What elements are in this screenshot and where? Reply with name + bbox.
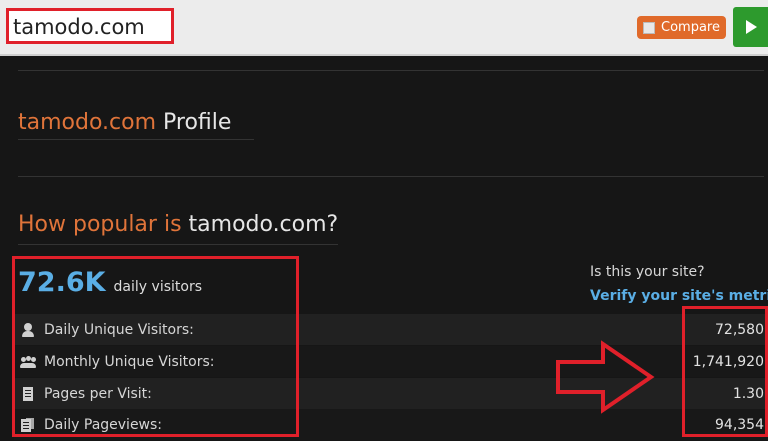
- compare-checkbox[interactable]: [643, 21, 655, 34]
- annotation-box-values: [682, 306, 768, 437]
- divider: [18, 176, 764, 177]
- section-underline: [18, 244, 338, 245]
- compare-button[interactable]: Compare: [637, 16, 726, 39]
- profile-domain: tamodo.com: [18, 110, 157, 135]
- title-underline: [18, 139, 254, 140]
- verify-metrics-link[interactable]: Verify your site's metrics: [590, 288, 768, 304]
- play-icon: [746, 20, 757, 34]
- compare-label: Compare: [661, 20, 720, 35]
- popular-prefix: How popular is: [18, 212, 182, 237]
- page-title: tamodo.com Profile: [18, 110, 231, 135]
- annotation-arrow-icon: [556, 340, 655, 414]
- divider: [18, 70, 764, 71]
- section-title: How popular is tamodo.com?: [18, 212, 338, 237]
- profile-suffix: Profile: [163, 110, 232, 135]
- popular-domain: tamodo.com?: [188, 212, 339, 237]
- annotation-box-metrics: [12, 256, 299, 437]
- domain-search-input[interactable]: tamodo.com: [6, 8, 174, 44]
- claim-question: Is this your site?: [590, 264, 705, 280]
- top-search-bar: tamodo.com Compare: [0, 0, 768, 56]
- go-button[interactable]: [733, 7, 768, 47]
